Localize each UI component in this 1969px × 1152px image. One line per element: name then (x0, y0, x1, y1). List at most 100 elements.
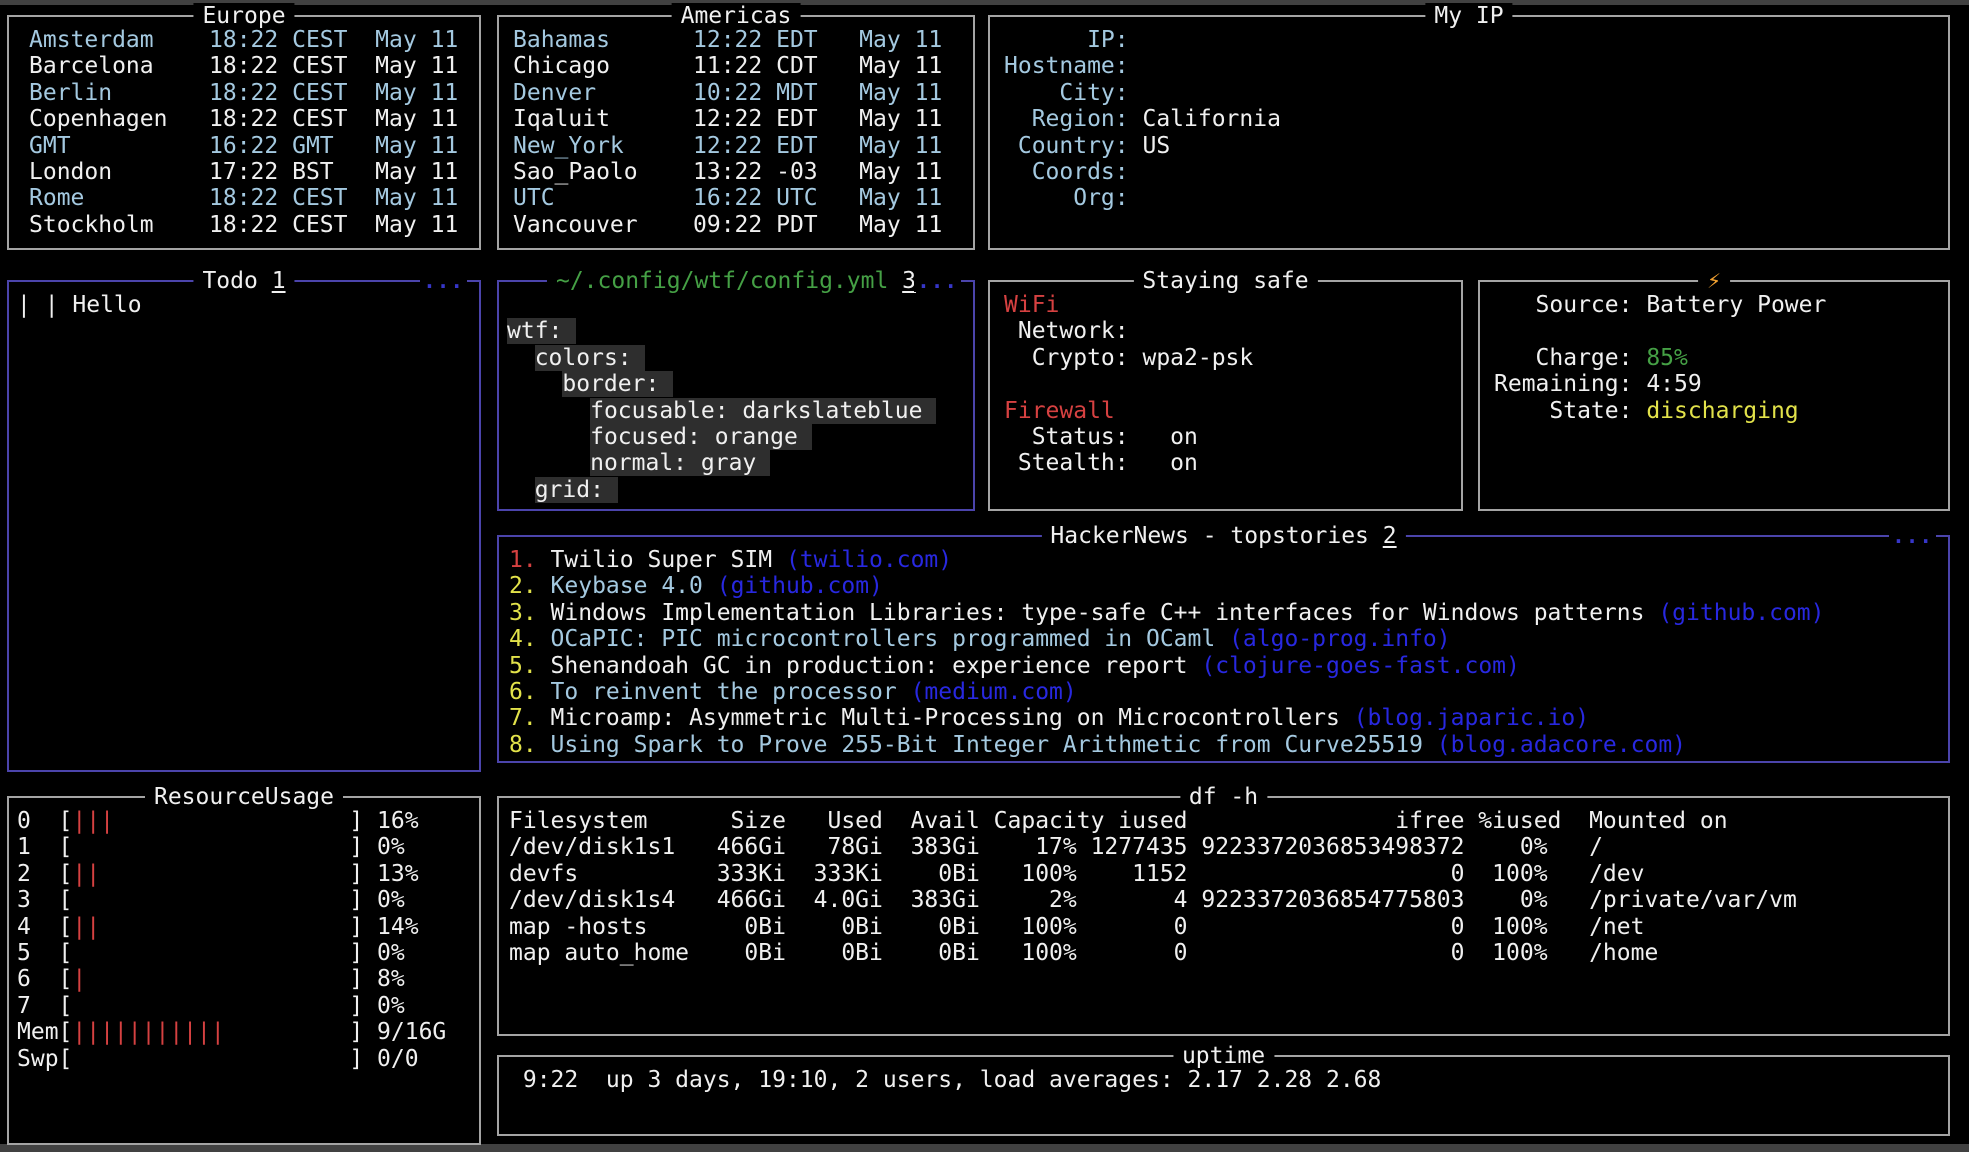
panel-config[interactable]: ~/.config/wtf/config.yml 3...wtf: colors… (497, 280, 975, 511)
config-line: focusable: darkslateblue (507, 398, 973, 424)
resources-line: 7 [ ] 0% (17, 993, 479, 1019)
myip-line: Hostname: (1004, 53, 1948, 79)
text-segment: Barcelona 18:22 CEST May 11 (29, 53, 458, 79)
config-line: normal: gray (507, 450, 973, 476)
text-segment: 85% (1646, 345, 1688, 371)
config-line: focused: orange (507, 424, 973, 450)
myip-line: Region: California (1004, 106, 1948, 132)
text-segment: devfs 333Ki 333Ki 0Bi 100% 1152 0 100% /… (509, 861, 1644, 887)
text-segment: Berlin 18:22 CEST May 11 (29, 80, 458, 106)
text-segment: /dev/disk1s4 466Gi 4.0Gi 383Gi 2% 4 9223… (509, 887, 1797, 913)
text-segment: border: (562, 371, 673, 397)
text-segment: (blog.japaric.io) (1354, 705, 1589, 731)
text-segment: Vancouver 09:22 PDT May 11 (513, 212, 942, 238)
df-line: /dev/disk1s1 466Gi 78Gi 383Gi 17% 127743… (509, 834, 1948, 860)
df-line: Filesystem Size Used Avail Capacity iuse… (509, 808, 1948, 834)
battery-line: Charge: 85% (1494, 345, 1948, 371)
text-segment: Stealth: on (1004, 450, 1198, 476)
resources-line: 3 [ ] 0% (17, 887, 479, 913)
text-segment: WiFi (1004, 292, 1059, 318)
text-segment: focusable: darkslateblue (590, 398, 936, 424)
text-segment: California (1129, 106, 1281, 132)
scroll-indicator-dots: ... (914, 270, 961, 292)
text-segment: (medium.com) (911, 679, 1077, 705)
panel-title-resources: ResourceUsage (145, 784, 343, 810)
text-segment: grid: (535, 477, 618, 503)
resources-line: 0 [||| ] 16% (17, 808, 479, 834)
text-segment: Charge: (1494, 345, 1646, 371)
myip-line: Country: US (1004, 133, 1948, 159)
panel-content-hackernews: 1. Twilio Super SIM (twilio.com)2. Keyba… (499, 537, 1948, 758)
panel-content-europe: Amsterdam 18:22 CEST May 11Barcelona 18:… (9, 17, 479, 238)
panel-content-resources: 0 [||| ] 16%1 [ ] 0%2 [|| ] 13%3 [ ] 0%4… (9, 798, 479, 1072)
panel-title-df: df -h (1180, 784, 1267, 810)
window-edge-bottom (0, 1144, 1969, 1152)
text-segment: 2 (1383, 523, 1397, 549)
panel-title-americas: Americas (672, 3, 801, 29)
safety-line: WiFi (1004, 292, 1461, 318)
europe-line: Rome 18:22 CEST May 11 (29, 185, 479, 211)
text-segment: Twilio Super SIM (551, 547, 786, 573)
text-segment: /dev/disk1s1 466Gi 78Gi 383Gi 17% 127743… (509, 834, 1603, 860)
myip-line: City: (1004, 80, 1948, 106)
story-row[interactable]: 5. Shenandoah GC in production: experien… (509, 653, 1948, 679)
panel-title-todo: Todo 1 (193, 268, 294, 294)
todo-item[interactable]: | | Hello (17, 292, 479, 318)
config-line: grid: (507, 477, 973, 503)
europe-line: Stockholm 18:22 CEST May 11 (29, 212, 479, 238)
panel-content-americas: Bahamas 12:22 EDT May 11Chicago 11:22 CD… (499, 17, 973, 238)
text-segment: Status: on (1004, 424, 1198, 450)
text-segment: 1 [ ] 0% (17, 834, 405, 860)
story-row[interactable]: 3. Windows Implementation Libraries: typ… (509, 600, 1948, 626)
text-segment (507, 450, 590, 476)
scroll-indicator-dots: ... (1889, 525, 1936, 547)
story-row[interactable]: 7. Microamp: Asymmetric Multi-Processing… (509, 705, 1948, 731)
panel-hackernews[interactable]: HackerNews - topstories 2...1. Twilio Su… (497, 535, 1950, 763)
text-segment: focused: orange (590, 424, 812, 450)
europe-line: Barcelona 18:22 CEST May 11 (29, 53, 479, 79)
story-row[interactable]: 1. Twilio Super SIM (twilio.com) (509, 547, 1948, 573)
panel-todo[interactable]: Todo 1...| | Hello (7, 280, 481, 772)
myip-line: IP: (1004, 27, 1948, 53)
myip-line: Coords: (1004, 159, 1948, 185)
config-line: colors: (507, 345, 973, 371)
text-segment: (github.com) (717, 573, 883, 599)
panel-content-df: Filesystem Size Used Avail Capacity iuse… (499, 798, 1948, 966)
text-segment: Keybase 4.0 (551, 573, 717, 599)
story-row[interactable]: 6. To reinvent the processor (medium.com… (509, 679, 1948, 705)
text-segment: Firewall (1004, 398, 1115, 424)
safety-line: Firewall (1004, 398, 1461, 424)
text-segment: ] 13% (100, 861, 419, 887)
text-segment: normal: gray (590, 450, 770, 476)
battery-line (1494, 318, 1948, 344)
text-segment: 5. (509, 653, 551, 679)
uptime-line: 9:22 up 3 days, 19:10, 2 users, load ave… (509, 1067, 1948, 1093)
story-row[interactable]: 2. Keybase 4.0 (github.com) (509, 573, 1948, 599)
text-segment (507, 424, 590, 450)
panel-title-myip: My IP (1425, 3, 1512, 29)
americas-line: Chicago 11:22 CDT May 11 (513, 53, 973, 79)
panel-content-myip: IP:Hostname: City: Region: California Co… (990, 17, 1948, 212)
text-segment: (github.com) (1658, 600, 1824, 626)
safety-line: Stealth: on (1004, 450, 1461, 476)
text-segment: Region: (1004, 106, 1129, 132)
europe-line: Amsterdam 18:22 CEST May 11 (29, 27, 479, 53)
europe-line: GMT 16:22 GMT May 11 (29, 133, 479, 159)
text-segment: Remaining: 4:59 (1494, 371, 1702, 397)
story-row[interactable]: 4. OCaPIC: PIC microcontrollers programm… (509, 626, 1948, 652)
resources-line: 2 [|| ] 13% (17, 861, 479, 887)
text-segment: Rome 18:22 CEST May 11 (29, 185, 458, 211)
text-segment: State: (1494, 398, 1646, 424)
text-segment: Todo (202, 268, 271, 294)
config-line (507, 292, 973, 318)
story-row[interactable]: 8. Using Spark to Prove 255-Bit Integer … (509, 732, 1948, 758)
text-segment: 2 [ (17, 861, 72, 887)
text-segment (507, 345, 535, 371)
text-segment: 7. (509, 705, 551, 731)
text-segment: df -h (1189, 784, 1258, 810)
resources-line: 6 [| ] 8% (17, 966, 479, 992)
text-segment: wtf: (507, 318, 576, 344)
text-segment: || (72, 914, 100, 940)
text-segment: Iqaluit 12:22 EDT May 11 (513, 106, 942, 132)
text-segment: Mem[ (17, 1019, 72, 1045)
